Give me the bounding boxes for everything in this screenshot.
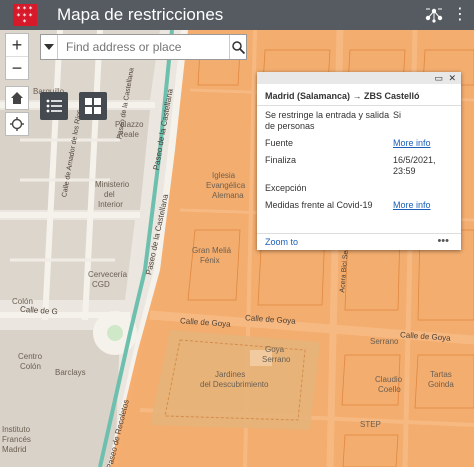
maximize-icon[interactable]: ▭ [434, 73, 443, 84]
label-reale: Reale [118, 130, 139, 139]
zoom-control: + − [5, 33, 29, 80]
app-header: ✶ ✶ ✶ ✶ ✶ ✶ ✶ Mapa de restricciones ⋮ [0, 0, 474, 30]
label-instituto-3: Madrid [2, 445, 27, 454]
attribute-value: Si [393, 110, 402, 120]
madrid-flag-icon: ✶ ✶ ✶ ✶ ✶ ✶ ✶ [13, 4, 37, 26]
attribute-label: Fuente [265, 138, 294, 148]
attribute-value [393, 183, 453, 194]
popup-row: Se restringe la entrada y salida de pers… [265, 110, 453, 132]
label-centro-colon-1: Centro [18, 352, 43, 361]
attribute-value: 16/5/2021, 23:59 [393, 155, 436, 176]
label-cerveceria: Cervecería [88, 270, 128, 279]
popup-footer: Zoom to ••• [257, 233, 461, 250]
label-del: del [104, 190, 115, 199]
popup-title: Madrid (Salamanca) → ZBS Castelló [257, 84, 461, 106]
label-jardines-2: del Descubrimiento [200, 380, 269, 389]
label-goya-serrano-2: Serrano [262, 355, 291, 364]
grid-icon [85, 98, 101, 114]
label-barclays: Barclays [55, 368, 86, 377]
search-widget [40, 34, 247, 60]
label-palazzo: Palazzo [115, 120, 144, 129]
chevron-down-icon [44, 44, 54, 50]
more-actions-button[interactable]: ••• [437, 235, 449, 247]
more-dots-icon[interactable]: ⋮ [452, 4, 468, 23]
home-button[interactable] [5, 86, 29, 110]
fuente-more-info-link[interactable]: More info [393, 138, 453, 149]
label-tartas-1: Tartas [430, 370, 452, 379]
attribute-label: Medidas frente al Covid-19 [265, 200, 373, 210]
label-serrano: Serrano [370, 337, 399, 346]
label-interior: Interior [98, 200, 123, 209]
popup-row: Medidas frente al Covid-19 More info [265, 200, 453, 211]
close-icon[interactable]: ✕ [448, 73, 456, 84]
label-iglesia-1: Iglesia [212, 171, 236, 180]
label-instituto-1: Instituto [2, 425, 31, 434]
label-ministerio: Ministerio [95, 180, 130, 189]
label-cgd: CGD [92, 280, 110, 289]
label-gran-melia: Gran Meliá [192, 246, 232, 255]
zoom-in-button[interactable]: + [6, 34, 28, 56]
feature-popup: ▭ ✕ Madrid (Salamanca) → ZBS Castelló Se… [257, 72, 461, 250]
popup-row: Excepción [265, 183, 453, 194]
popup-attributes: Se restringe la entrada y salida de pers… [257, 106, 461, 221]
label-jardines-1: Jardines [215, 370, 246, 379]
search-button[interactable] [229, 35, 246, 59]
label-claudio-2: Coello [378, 385, 401, 394]
popup-row: Finaliza 16/5/2021, 23:59 [265, 155, 453, 177]
search-icon [231, 40, 245, 54]
basemap-gallery-button[interactable] [79, 92, 107, 120]
popup-toolbar: ▭ ✕ [257, 72, 461, 84]
attribute-label: Finaliza [265, 155, 297, 165]
app-title: Mapa de restricciones [57, 5, 224, 24]
zoom-to-link[interactable]: Zoom to [265, 237, 298, 247]
label-iglesia-3: Alemana [212, 191, 244, 200]
label-tartas-2: Goinda [428, 380, 454, 389]
label-goya-serrano-1: Goya [265, 345, 285, 354]
legend-button[interactable] [40, 92, 68, 120]
attribute-label: Se restringe la entrada y salida de pers… [265, 110, 390, 131]
home-icon [11, 92, 23, 104]
covid-more-info-link[interactable]: More info [393, 200, 453, 211]
locate-button[interactable] [5, 112, 29, 136]
share-network-icon[interactable] [424, 6, 444, 24]
label-claudio-1: Claudio [375, 375, 403, 384]
zoom-out-button[interactable]: − [6, 56, 28, 79]
label-centro-colon-2: Colón [20, 362, 41, 371]
label-step: STEP [360, 420, 381, 429]
search-source-dropdown[interactable] [41, 35, 58, 59]
locate-icon [10, 117, 24, 131]
label-instituto-2: Francés [2, 435, 31, 444]
popup-row: Fuente More info [265, 138, 453, 149]
attribute-label: Excepción [265, 183, 307, 193]
label-fenix: Fénix [200, 256, 220, 265]
label-iglesia-2: Evangélica [206, 181, 246, 190]
list-icon [46, 99, 62, 113]
label-colon: Colón [12, 297, 33, 306]
search-input[interactable] [58, 35, 229, 59]
